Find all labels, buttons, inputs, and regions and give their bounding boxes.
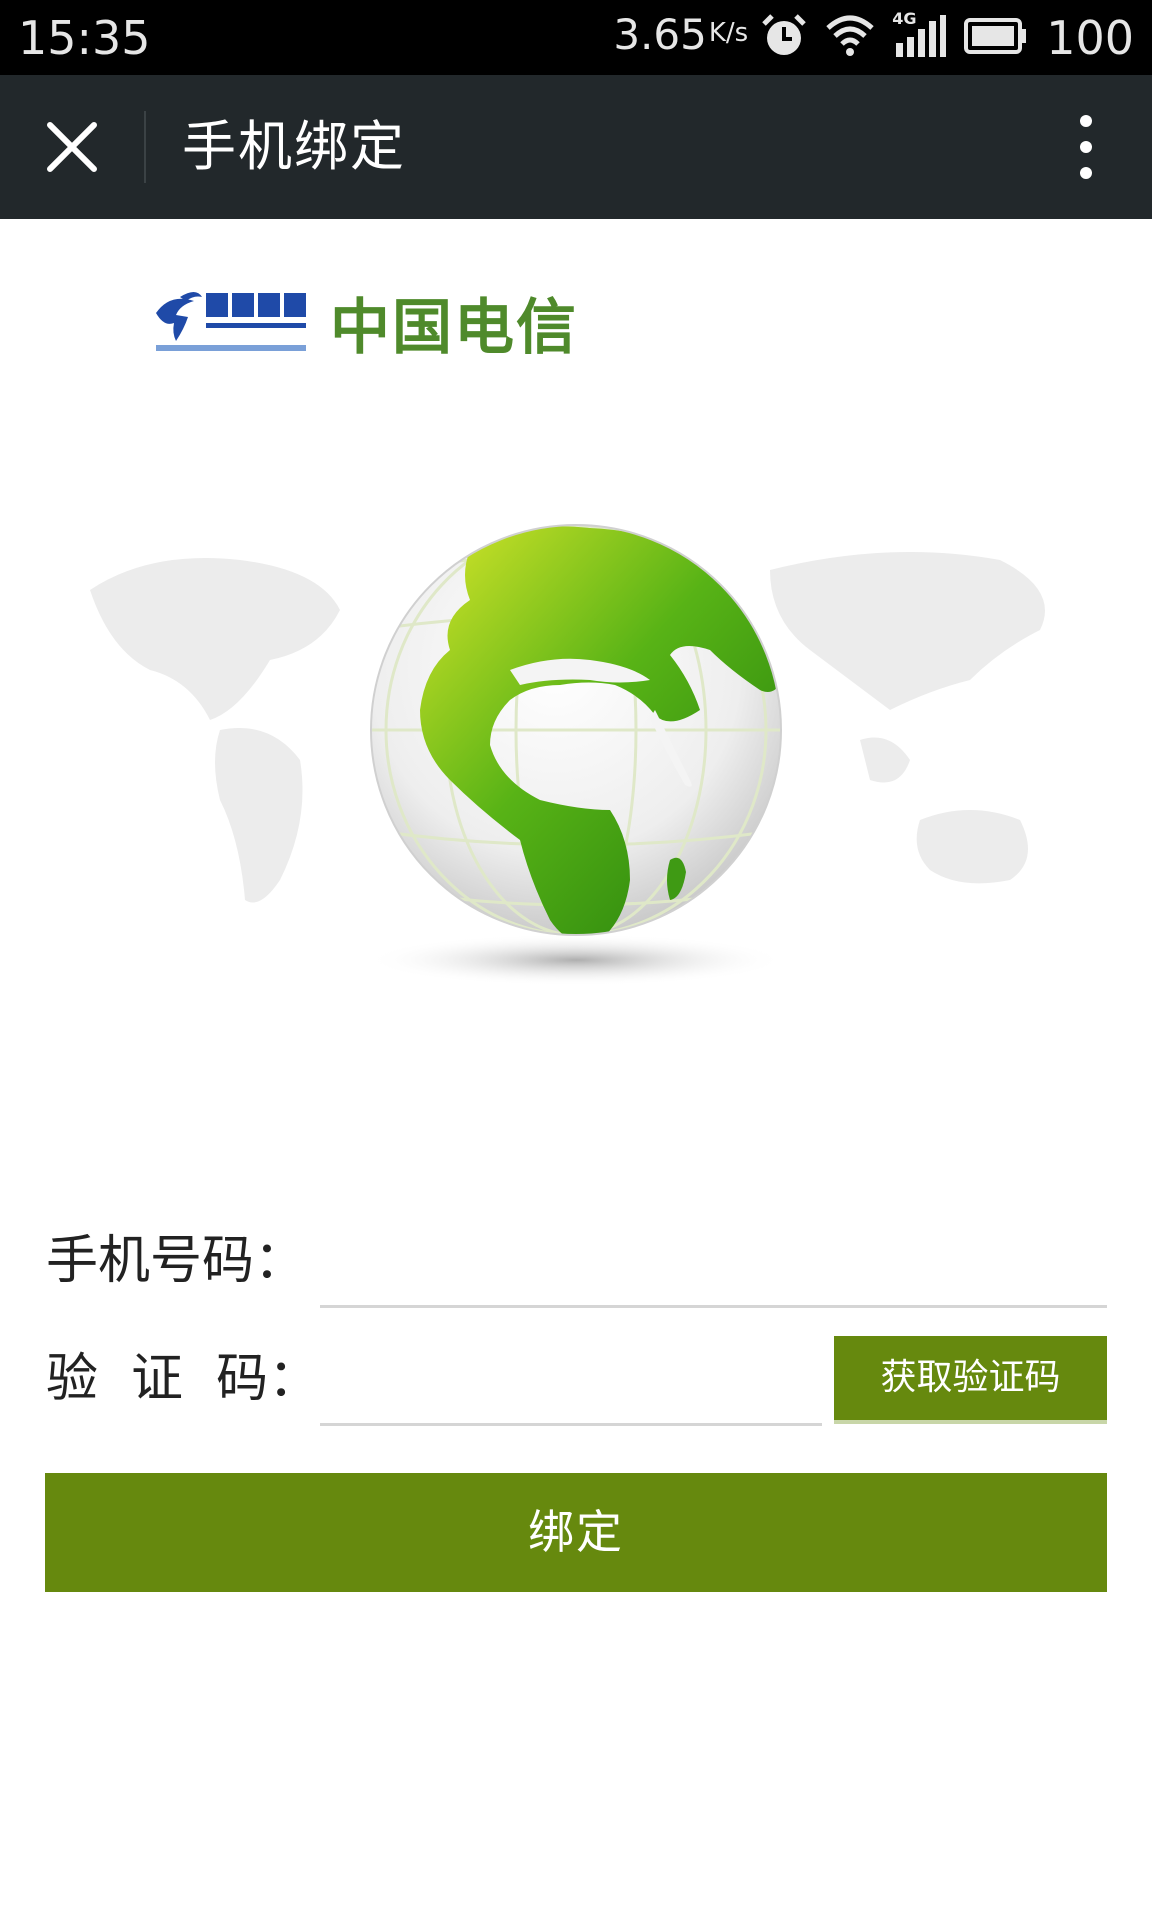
china-telecom-logo-icon (156, 292, 306, 351)
network-speed-unit: K/s (708, 18, 749, 48)
more-menu-button[interactable] (1050, 105, 1122, 189)
phone-label: 手机号码： (46, 1231, 307, 1291)
bind-button[interactable]: 绑定 (45, 1473, 1107, 1592)
title-divider (144, 111, 146, 183)
network-speed-value: 3.65 (613, 10, 707, 59)
china-telecom-logo: 中国电信 (150, 262, 578, 382)
page-title: 手机绑定 (182, 115, 406, 178)
brand-name: 中国电信 (330, 292, 578, 363)
signal-icon: 4G (892, 9, 947, 63)
get-verification-code-button[interactable]: 获取验证码 (834, 1336, 1107, 1424)
page: 15:35 3.65K/s 4G 100 手机绑定 中国电信 手机号码： 验 证… (0, 0, 1152, 1920)
network-speed: 3.65K/s (613, 9, 748, 67)
more-vertical-icon (1080, 115, 1092, 179)
battery-level: 100 (1046, 11, 1134, 65)
close-icon (47, 122, 97, 172)
phone-input[interactable] (320, 1222, 1107, 1308)
alarm-icon (760, 12, 808, 64)
hero-globe-illustration (70, 480, 1080, 1040)
verification-code-input[interactable] (320, 1340, 822, 1426)
title-bar: 手机绑定 (0, 75, 1152, 219)
verification-code-label: 验 证 码： (46, 1349, 321, 1409)
status-bar: 15:35 3.65K/s 4G 100 (0, 0, 1152, 75)
status-indicators: 3.65K/s 4G 100 (613, 9, 1134, 67)
network-type-label: 4G (892, 9, 917, 28)
wifi-icon (826, 14, 874, 62)
status-time: 15:35 (18, 11, 151, 65)
close-button[interactable] (30, 111, 114, 183)
battery-icon (964, 16, 1028, 60)
